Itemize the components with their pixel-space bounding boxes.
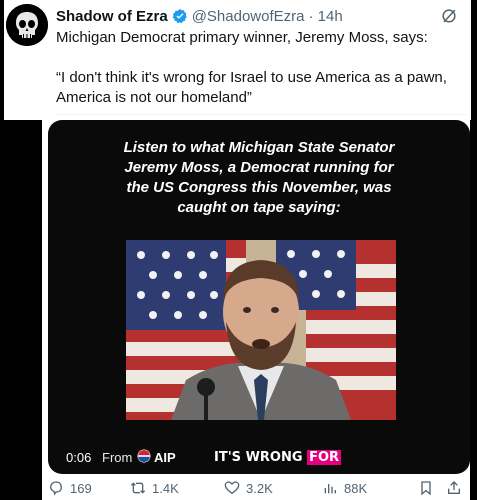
bookmark-button[interactable] — [418, 480, 440, 496]
skull-logo-icon — [6, 4, 48, 46]
video-player[interactable]: Listen to what Michigan State Senator Je… — [48, 120, 470, 474]
video-timestamp: 0:06 — [66, 450, 92, 465]
tweet-quote: “I don't think it's wrong for Israel to … — [56, 69, 447, 106]
reply-button[interactable]: 169 — [48, 480, 92, 496]
repost-count: 1.4K — [152, 480, 179, 496]
grok-icon[interactable] — [439, 6, 459, 26]
subtitle-highlight: FOR — [307, 450, 342, 465]
reply-icon — [49, 481, 63, 496]
aip-logo-icon — [137, 449, 151, 463]
avatar[interactable] — [6, 4, 48, 46]
author-name[interactable]: Shadow of Ezra — [56, 8, 168, 25]
tweet-actions: 169 1.4K 3.2K 88K — [48, 476, 470, 500]
frame-left-border — [0, 120, 42, 500]
tweet-time[interactable]: · 14h — [308, 8, 342, 25]
share-icon — [448, 481, 460, 494]
repost-icon — [130, 482, 146, 494]
view-count: 88K — [344, 480, 368, 496]
frame-right-edge — [471, 0, 477, 120]
divider — [56, 114, 467, 115]
speaker-video-frame — [126, 240, 396, 420]
repost-button[interactable]: 1.4K — [130, 480, 179, 496]
video-caption: Listen to what Michigan State Senator Je… — [123, 139, 395, 216]
author-handle[interactable]: @ShadowofEzra — [192, 8, 305, 25]
bookmark-icon — [421, 481, 431, 496]
analytics-icon — [324, 484, 336, 494]
subtitle-text: IT'S WRONG — [214, 450, 308, 465]
share-button[interactable] — [446, 480, 468, 496]
heart-icon — [224, 481, 240, 495]
frame-right-border — [470, 120, 477, 500]
video-subtitle: IT'S WRONG FOR — [214, 450, 342, 465]
verified-badge-icon — [172, 9, 187, 24]
frame-left-edge — [0, 0, 4, 120]
tweet-text: Michigan Democrat primary winner, Jeremy… — [56, 29, 428, 46]
tweet-header: Shadow of Ezra @ShadowofEzra · 14h — [56, 6, 461, 26]
like-button[interactable]: 3.2K — [224, 480, 273, 496]
reply-count: 169 — [70, 480, 92, 496]
like-count: 3.2K — [246, 480, 273, 496]
views-button[interactable]: 88K — [322, 480, 367, 496]
video-from-label: From — [102, 450, 133, 465]
video-source[interactable]: AIP — [154, 450, 176, 465]
